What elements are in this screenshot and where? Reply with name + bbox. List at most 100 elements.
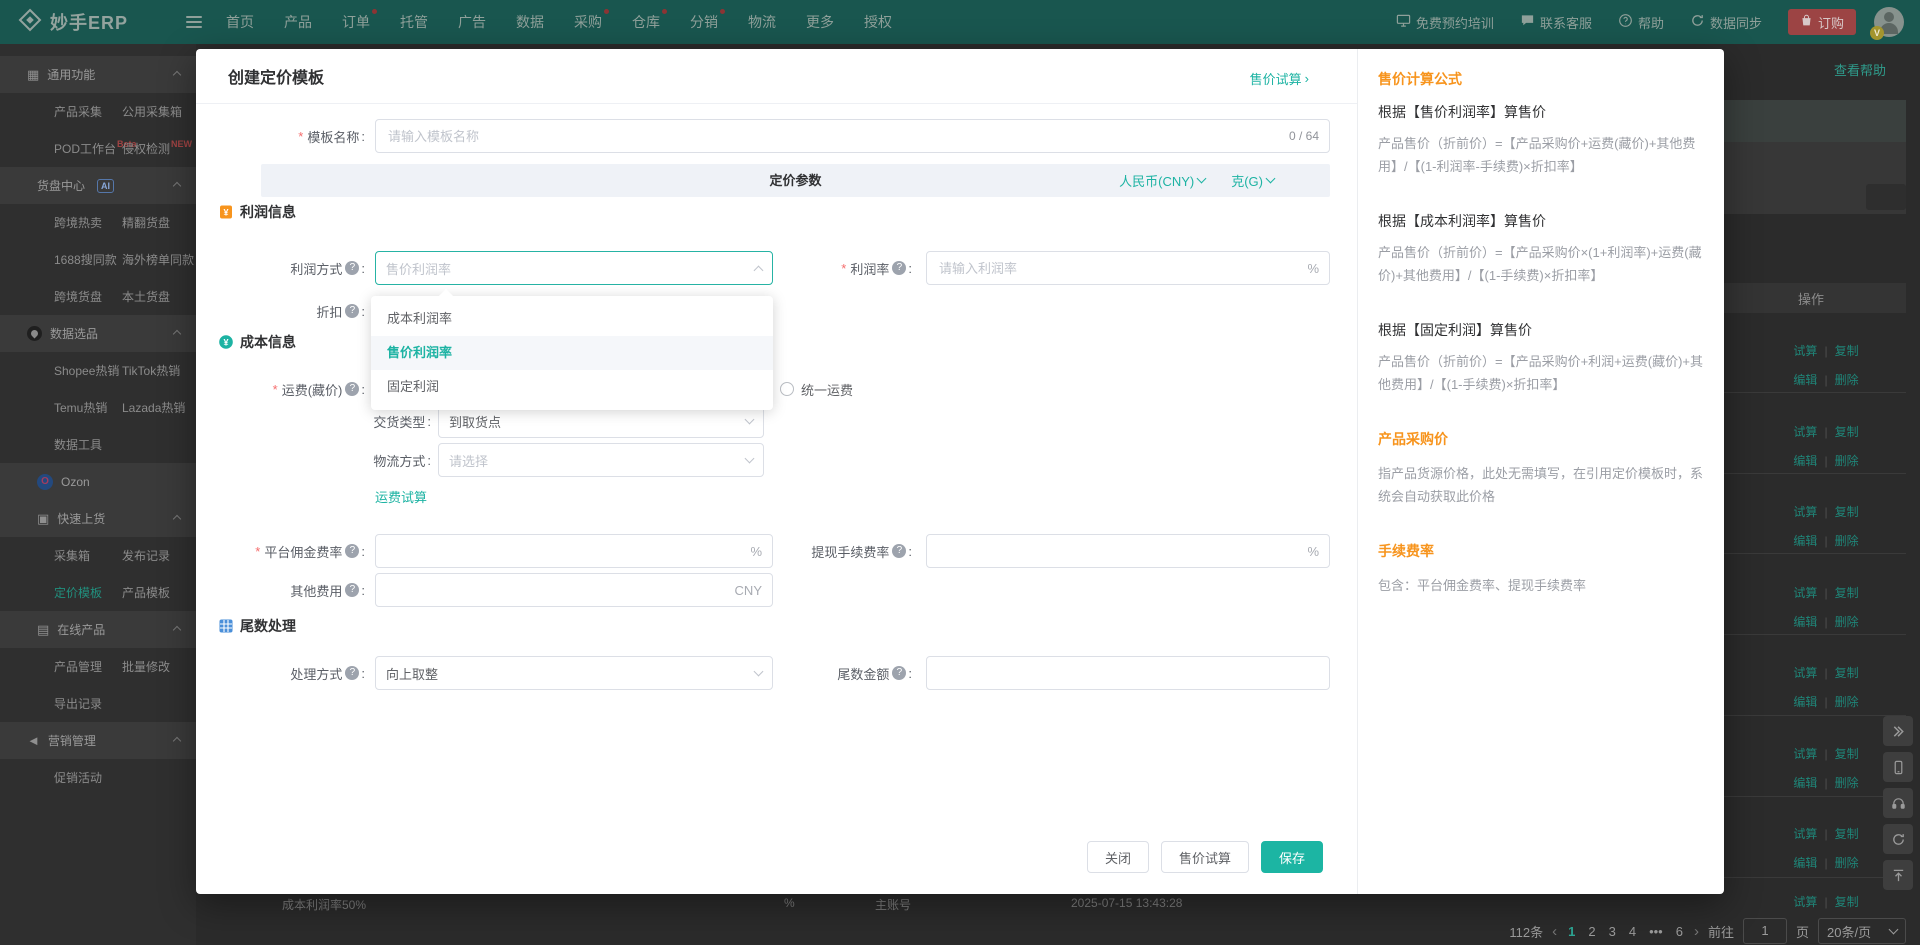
edit-link[interactable]: 编辑 bbox=[1793, 776, 1817, 790]
sidebar-item[interactable]: 精翻货盘 bbox=[122, 214, 170, 231]
trial-link[interactable]: 试算 bbox=[1793, 425, 1817, 439]
subscribe-button[interactable]: 订购 bbox=[1787, 9, 1856, 35]
sidebar-item[interactable]: TikTok热销 bbox=[122, 362, 180, 379]
nav-menu-item[interactable]: 仓库 bbox=[632, 9, 667, 32]
trial-link[interactable]: 试算 bbox=[1793, 895, 1817, 909]
backtop-icon[interactable] bbox=[1883, 860, 1913, 890]
sidebar-item[interactable]: 导出记录 bbox=[54, 695, 102, 712]
nav-menu-item[interactable]: 广告 bbox=[458, 12, 486, 32]
sidebar-item[interactable]: 发布记录 bbox=[122, 547, 170, 564]
nav-right-item[interactable]: 联系客服 bbox=[1520, 13, 1592, 32]
delete-link[interactable]: 删除 bbox=[1835, 776, 1859, 790]
unified-freight-radio[interactable]: 统一运费 bbox=[780, 379, 853, 399]
delete-link[interactable]: 删除 bbox=[1835, 534, 1859, 548]
page-jump-input[interactable]: 1 bbox=[1742, 918, 1787, 944]
sidebar-item[interactable]: 产品采集 bbox=[54, 103, 102, 120]
sidebar-item[interactable]: 数据工具 bbox=[54, 436, 102, 453]
nav-right-item[interactable]: 数据同步 bbox=[1690, 13, 1762, 32]
next-page-icon[interactable]: › bbox=[1694, 923, 1699, 940]
copy-link[interactable]: 复制 bbox=[1835, 747, 1859, 761]
edit-link[interactable]: 编辑 bbox=[1793, 615, 1817, 629]
edit-link[interactable]: 编辑 bbox=[1793, 373, 1817, 387]
question-icon[interactable]: ? bbox=[345, 544, 360, 558]
sidebar-item[interactable]: 1688搜同款 bbox=[54, 251, 117, 268]
sidebar-section-label[interactable]: Ozon bbox=[61, 475, 90, 489]
copy-link[interactable]: 复制 bbox=[1835, 586, 1859, 600]
question-icon[interactable]: ? bbox=[892, 666, 907, 680]
edit-link[interactable]: 编辑 bbox=[1793, 695, 1817, 709]
sidebar-item[interactable]: 定价模板 bbox=[54, 584, 102, 601]
trial-link[interactable]: 试算 bbox=[1793, 505, 1817, 519]
price-trial-header-link[interactable]: 售价试算 › bbox=[1250, 69, 1309, 88]
save-button[interactable]: 保存 bbox=[1260, 841, 1323, 873]
collapse-caret-icon[interactable] bbox=[172, 329, 182, 339]
dropdown-option[interactable]: 固定利润 bbox=[371, 370, 773, 404]
sidebar-item[interactable]: 促销活动 bbox=[54, 769, 102, 786]
withdraw-fee-input[interactable]: % bbox=[926, 534, 1330, 568]
nav-menu-item[interactable]: 首页 bbox=[226, 12, 254, 32]
sidebar-item[interactable]: 批量修改 bbox=[122, 658, 170, 675]
delete-link[interactable]: 删除 bbox=[1835, 373, 1859, 387]
question-icon[interactable]: ? bbox=[892, 261, 907, 275]
nav-menu-item[interactable]: 采购 bbox=[574, 9, 609, 32]
freight-trial-link[interactable]: 运费试算 bbox=[375, 487, 427, 506]
other-fee-input[interactable]: CNY bbox=[375, 573, 773, 607]
page-number[interactable]: 1 bbox=[1566, 924, 1577, 939]
trial-link[interactable]: 试算 bbox=[1793, 586, 1817, 600]
menu-toggle-icon[interactable] bbox=[186, 16, 202, 28]
question-icon[interactable]: ? bbox=[345, 304, 360, 318]
sidebar-item[interactable]: Shopee热销 bbox=[54, 362, 119, 379]
refresh-icon[interactable] bbox=[1883, 824, 1913, 854]
sidebar-item[interactable]: 产品模板 bbox=[122, 584, 170, 601]
nav-menu-item[interactable]: 数据 bbox=[516, 12, 544, 32]
price-trial-button[interactable]: 售价试算 bbox=[1160, 841, 1249, 873]
weight-unit-select[interactable]: 克(G) bbox=[1231, 171, 1276, 190]
nav-menu-item[interactable]: 分销 bbox=[690, 9, 725, 32]
trial-link[interactable]: 试算 bbox=[1793, 747, 1817, 761]
app-logo[interactable]: 妙手ERP bbox=[0, 8, 180, 37]
nav-right-item[interactable]: 帮助 bbox=[1618, 13, 1664, 32]
page-number[interactable]: 3 bbox=[1607, 924, 1618, 939]
view-help-link[interactable]: 查看帮助 bbox=[1834, 60, 1886, 79]
sidebar-item[interactable]: 公用采集箱 bbox=[122, 103, 182, 120]
page-number[interactable]: 4 bbox=[1627, 924, 1638, 939]
tail-amount-input[interactable] bbox=[926, 656, 1330, 690]
sidebar-item[interactable]: Lazada热销 bbox=[122, 399, 185, 416]
question-icon[interactable]: ? bbox=[345, 382, 360, 396]
nav-menu-item[interactable]: 授权 bbox=[864, 12, 892, 32]
sidebar-item[interactable]: 侵权检测NEW bbox=[122, 140, 192, 157]
sidebar-section-label[interactable]: 通用功能 bbox=[47, 66, 95, 83]
collapse-caret-icon[interactable] bbox=[172, 625, 182, 635]
trial-link[interactable]: 试算 bbox=[1793, 827, 1817, 841]
collapse-caret-icon[interactable] bbox=[172, 181, 182, 191]
sidebar-item[interactable]: 跨境货盘 bbox=[54, 288, 102, 305]
dropdown-option[interactable]: 成本利润率 bbox=[371, 302, 773, 336]
page-number[interactable]: 2 bbox=[1586, 924, 1597, 939]
trial-link[interactable]: 试算 bbox=[1793, 344, 1817, 358]
question-icon[interactable]: ? bbox=[345, 666, 360, 680]
close-button[interactable]: 关闭 bbox=[1086, 841, 1149, 873]
nav-right-item[interactable]: 免费预约培训 bbox=[1396, 13, 1494, 32]
currency-select[interactable]: 人民币(CNY) bbox=[1119, 171, 1207, 190]
sidebar-item[interactable]: 跨境热卖 bbox=[54, 214, 102, 231]
logistics-select[interactable]: 请选择 bbox=[438, 443, 764, 477]
edit-link[interactable]: 编辑 bbox=[1793, 856, 1817, 870]
copy-link[interactable]: 复制 bbox=[1835, 425, 1859, 439]
edit-link[interactable]: 编辑 bbox=[1793, 534, 1817, 548]
nav-menu-item[interactable]: 产品 bbox=[284, 12, 312, 32]
collapse-caret-icon[interactable] bbox=[172, 736, 182, 746]
sidebar-item[interactable]: 海外榜单同款 bbox=[122, 251, 194, 268]
nav-menu-item[interactable]: 更多 bbox=[806, 12, 834, 32]
sidebar-section-label[interactable]: 快速上货 bbox=[57, 510, 105, 527]
sidebar-item[interactable]: 采集箱 bbox=[54, 547, 90, 564]
collapse-caret-icon[interactable] bbox=[172, 70, 182, 80]
page-number[interactable]: ••• bbox=[1647, 924, 1665, 939]
edit-link[interactable]: 编辑 bbox=[1793, 454, 1817, 468]
nav-menu-item[interactable]: 订单 bbox=[342, 9, 377, 32]
avatar[interactable]: V bbox=[1870, 7, 1904, 40]
page-number[interactable]: 6 bbox=[1674, 924, 1685, 939]
copy-link[interactable]: 复制 bbox=[1835, 505, 1859, 519]
nav-menu-item[interactable]: 物流 bbox=[748, 12, 776, 32]
question-icon[interactable]: ? bbox=[345, 583, 360, 597]
copy-link[interactable]: 复制 bbox=[1835, 666, 1859, 680]
